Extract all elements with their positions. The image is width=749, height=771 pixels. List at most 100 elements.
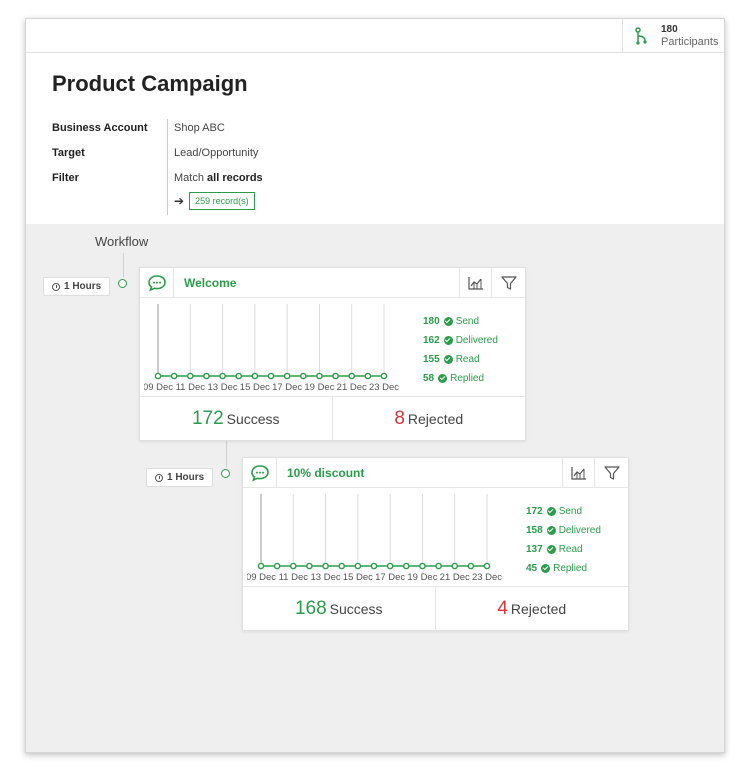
chart-point[interactable]: [435, 562, 442, 570]
chart-point[interactable]: [402, 562, 410, 570]
step-connector: [226, 441, 227, 467]
success-summary[interactable]: 172 Success: [140, 397, 333, 441]
rejected-label: Rejected: [510, 601, 567, 617]
filter-match-value: all records: [207, 172, 263, 184]
chart-point[interactable]: [273, 562, 281, 570]
chart-point[interactable]: [332, 372, 339, 380]
check-circle-icon: [438, 374, 448, 383]
stat-send: 180 Send: [423, 312, 498, 331]
check-circle-icon: [541, 564, 551, 573]
chart-point[interactable]: [380, 372, 388, 380]
chart-tick-label: 13 Dec: [311, 572, 341, 583]
chart-tick-label: 15 Dec: [343, 572, 373, 583]
chart-point[interactable]: [203, 372, 210, 380]
stat-send-count: 180: [423, 316, 440, 327]
chart-point[interactable]: [219, 372, 226, 380]
filter-prefix: Match: [174, 172, 204, 184]
chart-point[interactable]: [322, 562, 329, 570]
chart-point[interactable]: [154, 372, 162, 380]
page-title: Product Campaign: [52, 71, 248, 96]
stat-send: 172 Send: [526, 502, 601, 521]
filter-button[interactable]: [491, 268, 525, 297]
chart-icon: [570, 466, 586, 480]
chart-point[interactable]: [186, 372, 194, 380]
chart-point[interactable]: [451, 562, 459, 570]
info-row-business-account: Business Account Shop ABC: [52, 119, 452, 144]
workflow-connector: [123, 253, 124, 277]
node-dot-step-1: [118, 279, 127, 288]
stat-replied-label: Replied: [450, 373, 485, 384]
check-circle-icon: [443, 317, 453, 326]
step-stats: 172 Send 158 Delivered 137 Read 45 Replied: [526, 502, 601, 578]
workflow-title: Workflow: [95, 234, 149, 249]
chart-tick-label: 21 Dec: [337, 382, 367, 393]
chart-tick-label: 23 Dec: [472, 572, 502, 583]
records-button[interactable]: 259 record(s): [189, 192, 255, 210]
participants-label: Participants: [661, 36, 719, 48]
clock-icon: [155, 473, 163, 482]
stat-delivered-count: 162: [423, 335, 440, 346]
rejected-count: 8: [394, 408, 405, 429]
participants-count: 180: [661, 24, 678, 35]
chart-tick-label: 17 Dec: [272, 382, 302, 393]
delay-label: 1 Hours: [64, 281, 102, 292]
rejected-count: 4: [497, 598, 508, 619]
chart-point[interactable]: [170, 372, 178, 380]
delay-badge-step-1[interactable]: 1 Hours: [43, 277, 111, 296]
chart-point[interactable]: [283, 372, 291, 380]
chart-tick-label: 11 Dec: [176, 382, 206, 393]
node-dot-step-2: [221, 469, 230, 478]
chart-point[interactable]: [306, 562, 313, 570]
check-circle-icon: [443, 336, 453, 345]
chart-button[interactable]: [459, 268, 491, 297]
stat-read: 155 Read: [423, 350, 498, 369]
participants-indicator[interactable]: 180 Participants: [622, 19, 724, 53]
success-summary[interactable]: 168 Success: [243, 587, 436, 631]
chart-tick-label: 19 Dec: [407, 572, 437, 583]
chart-point[interactable]: [235, 372, 243, 380]
chart-tick-label: 23 Dec: [369, 382, 399, 393]
chart-point[interactable]: [364, 372, 372, 380]
chart-point[interactable]: [348, 372, 356, 380]
stat-read-label: Read: [558, 544, 583, 555]
chart-tick-label: 15 Dec: [240, 382, 270, 393]
chart-point[interactable]: [354, 562, 362, 570]
chart-point[interactable]: [299, 372, 307, 380]
stat-replied-label: Replied: [553, 563, 588, 574]
stat-read-label: Read: [455, 354, 480, 365]
rejected-label: Rejected: [407, 411, 464, 427]
stat-replied: 58 Replied: [423, 369, 498, 388]
chart-point[interactable]: [419, 562, 426, 570]
target-value: Lead/Opportunity: [174, 147, 259, 159]
funnel-icon: [603, 465, 620, 480]
chart-button[interactable]: [562, 458, 594, 487]
chart-point[interactable]: [338, 562, 346, 570]
stat-send-label: Send: [455, 316, 480, 327]
stat-send-count: 172: [526, 506, 543, 517]
chart-point[interactable]: [267, 372, 275, 380]
chart-point[interactable]: [316, 372, 323, 380]
chart-tick-label: 09 Dec: [144, 382, 173, 393]
chart-point[interactable]: [467, 562, 475, 570]
chart-point[interactable]: [257, 562, 265, 570]
business-account-value: Shop ABC: [174, 122, 225, 134]
step-name[interactable]: Welcome: [184, 276, 236, 290]
rejected-summary[interactable]: 4 Rejected: [436, 587, 629, 631]
rejected-summary[interactable]: 8 Rejected: [333, 397, 526, 441]
stat-replied: 45 Replied: [526, 559, 601, 578]
chart-tick-label: 09 Dec: [247, 572, 276, 583]
delay-badge-step-2[interactable]: 1 Hours: [146, 468, 214, 487]
chart-point[interactable]: [370, 562, 378, 570]
check-circle-icon: [443, 355, 453, 364]
clock-icon: [52, 282, 60, 291]
chart-icon: [467, 276, 483, 290]
delay-label: 1 Hours: [167, 472, 205, 483]
chart-point[interactable]: [251, 372, 259, 380]
stat-read-count: 137: [526, 544, 543, 555]
success-count: 168: [294, 598, 327, 619]
step-name[interactable]: 10% discount: [287, 466, 364, 480]
chart-point[interactable]: [289, 562, 297, 570]
chart-point[interactable]: [386, 562, 394, 570]
filter-button[interactable]: [594, 458, 628, 487]
chart-point[interactable]: [483, 562, 491, 570]
